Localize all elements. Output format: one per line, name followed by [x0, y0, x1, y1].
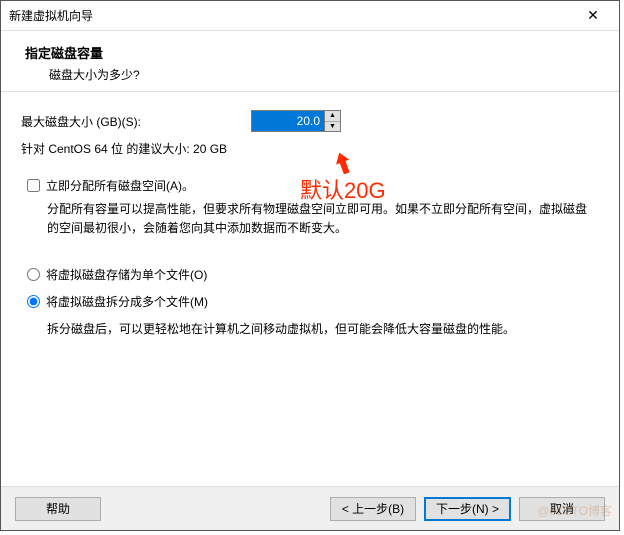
allocate-checkbox-row: 立即分配所有磁盘空间(A)。: [27, 177, 595, 194]
chevron-up-icon: ▲: [329, 112, 336, 119]
chevron-down-icon: ▼: [329, 123, 336, 130]
window-title: 新建虚拟机向导: [9, 7, 93, 24]
spinner-up-button[interactable]: ▲: [325, 111, 340, 122]
allocate-desc: 分配所有容量可以提高性能，但要求所有物理磁盘空间立即可用。如果不立即分配所有空间…: [47, 200, 595, 238]
close-button[interactable]: ✕: [575, 4, 611, 28]
back-button[interactable]: < 上一步(B): [330, 497, 416, 521]
wizard-content: 最大磁盘大小 (GB)(S): ▲ ▼ 针对 CentOS 64 位 的建议大小…: [1, 92, 619, 487]
storage-split-row: 将虚拟磁盘拆分成多个文件(M): [27, 293, 595, 310]
cancel-button[interactable]: 取消: [519, 497, 605, 521]
close-icon: ✕: [587, 7, 599, 24]
storage-single-label: 将虚拟磁盘存储为单个文件(O): [46, 266, 207, 283]
help-button[interactable]: 帮助: [15, 497, 101, 521]
allocate-checkbox[interactable]: [27, 179, 40, 192]
spinner-buttons: ▲ ▼: [324, 111, 340, 131]
storage-split-radio[interactable]: [27, 295, 40, 308]
disk-size-row: 最大磁盘大小 (GB)(S): ▲ ▼: [21, 110, 595, 132]
header-title: 指定磁盘容量: [25, 43, 595, 62]
header-subtitle: 磁盘大小为多少?: [25, 66, 595, 83]
wizard-window: 新建虚拟机向导 ✕ 指定磁盘容量 磁盘大小为多少? 最大磁盘大小 (GB)(S)…: [0, 0, 620, 531]
allocate-label: 立即分配所有磁盘空间(A)。: [46, 177, 194, 194]
storage-single-radio[interactable]: [27, 268, 40, 281]
next-button[interactable]: 下一步(N) >: [424, 497, 511, 521]
footer-right: < 上一步(B) 下一步(N) > 取消: [330, 497, 605, 521]
storage-split-desc: 拆分磁盘后，可以更轻松地在计算机之间移动虚拟机，但可能会降低大容量磁盘的性能。: [47, 320, 595, 339]
wizard-footer: 帮助 < 上一步(B) 下一步(N) > 取消: [1, 486, 619, 530]
disk-size-label: 最大磁盘大小 (GB)(S):: [21, 113, 251, 130]
spinner-down-button[interactable]: ▼: [325, 122, 340, 132]
disk-size-spinner: ▲ ▼: [251, 110, 341, 132]
storage-single-row: 将虚拟磁盘存储为单个文件(O): [27, 266, 595, 283]
disk-size-input[interactable]: [252, 111, 324, 131]
recommend-text: 针对 CentOS 64 位 的建议大小: 20 GB: [21, 140, 595, 157]
storage-split-label: 将虚拟磁盘拆分成多个文件(M): [46, 293, 208, 310]
titlebar: 新建虚拟机向导 ✕: [1, 1, 619, 31]
wizard-header: 指定磁盘容量 磁盘大小为多少?: [1, 31, 619, 92]
